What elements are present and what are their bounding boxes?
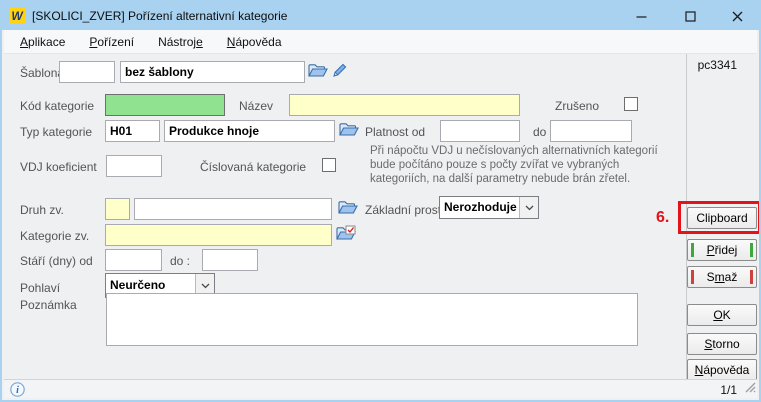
sablona-folder-open-icon[interactable] xyxy=(308,62,328,80)
host-name: pc3341 xyxy=(698,58,737,72)
close-icon xyxy=(732,11,743,22)
vdj-note-line: kategoriích, na další parametry nebude b… xyxy=(370,172,672,186)
menu-porizeni[interactable]: Pořízení xyxy=(89,35,134,49)
pridej-button-label: Přidej xyxy=(707,243,738,257)
red-accent-bar xyxy=(691,270,694,284)
druh-zv-folder-open-icon[interactable] xyxy=(338,199,358,217)
platnost-od-label: Platnost od xyxy=(365,125,425,139)
typ-kategorie-label: Typ kategorie xyxy=(20,125,92,139)
typ-kategorie-name-input[interactable] xyxy=(164,120,335,142)
stari-do-input[interactable] xyxy=(202,249,258,271)
stari-od-label: Stáří (dny) od xyxy=(20,254,93,268)
smaz-button[interactable]: Smaž xyxy=(687,266,757,288)
napoveda-button-label: Nápověda xyxy=(695,363,750,377)
cislovana-kategorie-label: Číslovaná kategorie xyxy=(200,160,306,174)
svg-text:i: i xyxy=(16,385,19,396)
nazev-input[interactable] xyxy=(289,94,520,116)
ok-button[interactable]: OK xyxy=(687,304,757,326)
red-accent-bar xyxy=(750,270,753,284)
zakladni-prostredek-value: Nerozhoduje xyxy=(440,197,519,218)
cislovana-kategorie-checkbox[interactable] xyxy=(322,158,336,172)
kategorie-zv-input[interactable] xyxy=(105,224,332,246)
window-title: [SKOLICI_ZVER] Pořízení alternativní kat… xyxy=(32,9,287,23)
poznamka-textarea[interactable] xyxy=(106,293,638,346)
sablona-code-input[interactable] xyxy=(59,61,115,83)
minimize-icon xyxy=(636,11,647,22)
storno-button[interactable]: Storno xyxy=(687,333,757,355)
vdj-note-line: Při nápočtu VDJ u nečíslovaných alternat… xyxy=(370,144,672,158)
kod-kategorie-label: Kód kategorie xyxy=(20,99,94,113)
druh-zv-code-input[interactable] xyxy=(105,198,130,220)
edit-pencil-icon[interactable] xyxy=(332,62,352,80)
annotation-number: 6. xyxy=(656,209,669,227)
kod-kategorie-input[interactable] xyxy=(105,94,225,116)
green-accent-bar xyxy=(750,243,753,257)
smaz-button-label: Smaž xyxy=(707,270,738,284)
close-button[interactable] xyxy=(718,2,756,30)
pridej-button[interactable]: Přidej xyxy=(687,239,757,261)
menu-napoveda[interactable]: Nápověda xyxy=(227,35,282,49)
page-indicator: 1/1 xyxy=(720,383,737,397)
vdj-koeficient-input[interactable] xyxy=(106,155,162,177)
menu-bar: Aplikace Pořízení Nástroje Nápověda xyxy=(4,30,757,54)
chevron-down-icon[interactable] xyxy=(519,197,538,218)
zruseno-checkbox[interactable] xyxy=(624,97,638,111)
zruseno-label: Zrušeno xyxy=(555,99,599,113)
storno-button-label: Storno xyxy=(704,337,739,351)
zakladni-prostredek-select[interactable]: Nerozhoduje xyxy=(439,196,539,219)
info-icon[interactable]: i xyxy=(10,382,25,402)
pohlavi-label: Pohlaví xyxy=(20,281,60,295)
app-window: W [SKOLICI_ZVER] Pořízení alternativní k… xyxy=(0,0,761,402)
status-bar: i 1/1 xyxy=(4,379,757,398)
menu-aplikace[interactable]: Aplikace xyxy=(20,35,65,49)
poznamka-label: Poznámka xyxy=(20,298,77,312)
vdj-note-line: bude počítáno pouze s počty zvířat ve vy… xyxy=(370,158,672,172)
ok-button-label: OK xyxy=(713,308,730,322)
minimize-button[interactable] xyxy=(622,2,660,30)
clipboard-button[interactable]: Clipboard xyxy=(687,207,757,229)
maximize-icon xyxy=(685,11,696,22)
typ-kategorie-folder-open-icon[interactable] xyxy=(339,121,359,139)
platnost-do-label: do xyxy=(533,125,546,139)
app-icon: W xyxy=(9,8,25,24)
vdj-note: Při nápočtu VDJ u nečíslovaných alternat… xyxy=(370,144,672,186)
green-accent-bar xyxy=(691,243,694,257)
napoveda-button[interactable]: Nápověda xyxy=(687,359,757,381)
resize-grip[interactable] xyxy=(744,380,756,398)
druh-zv-label: Druh zv. xyxy=(20,203,64,217)
menu-nastroje[interactable]: Nástroje xyxy=(158,35,203,49)
stari-od-input[interactable] xyxy=(105,249,162,271)
kategorie-zv-folder-check-icon[interactable] xyxy=(336,225,356,243)
sablona-name-input[interactable] xyxy=(120,61,305,83)
druh-zv-name-input[interactable] xyxy=(134,198,332,220)
platnost-do-input[interactable] xyxy=(550,120,632,142)
nazev-label: Název xyxy=(239,99,273,113)
maximize-button[interactable] xyxy=(671,2,709,30)
kategorie-zv-label: Kategorie zv. xyxy=(20,229,89,243)
platnost-od-input[interactable] xyxy=(440,120,520,142)
vdj-koeficient-label: VDJ koeficient xyxy=(20,160,97,174)
typ-kategorie-code-input[interactable] xyxy=(105,120,160,142)
stari-do-label: do : xyxy=(170,254,190,268)
